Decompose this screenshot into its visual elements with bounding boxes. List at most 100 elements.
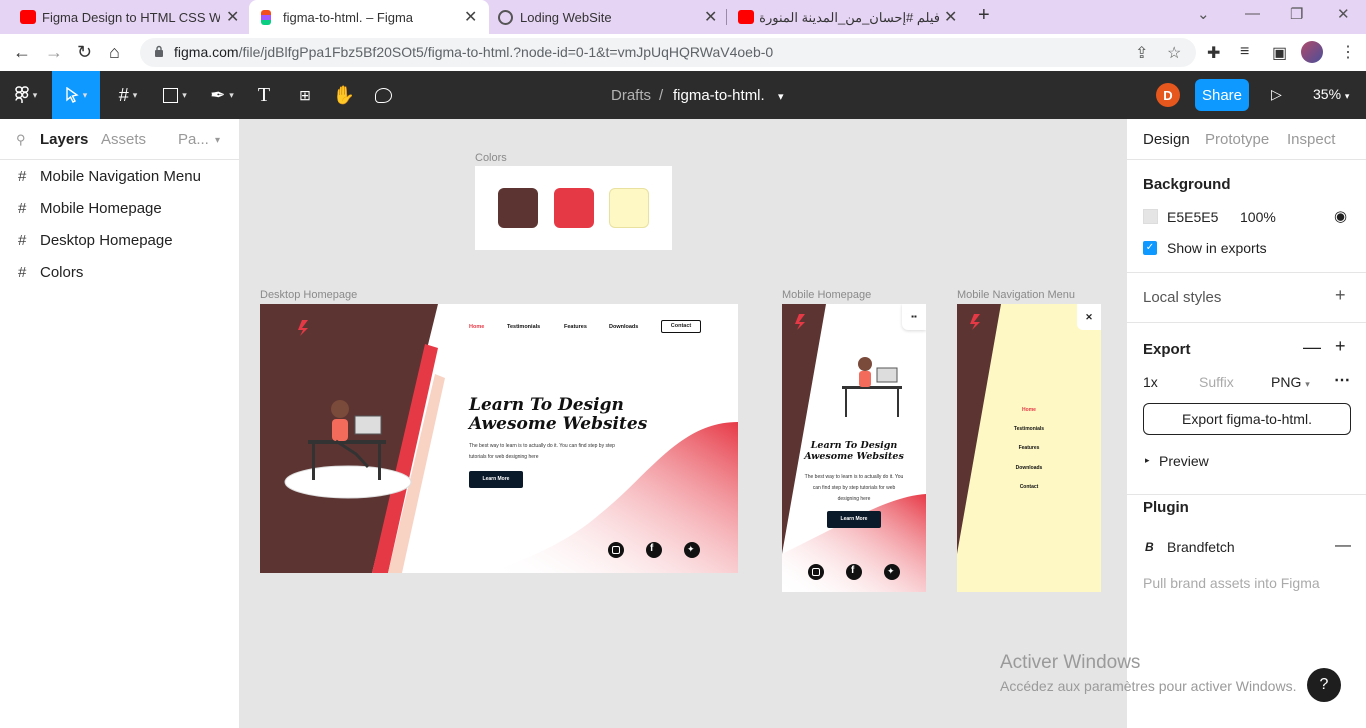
background-opacity-input[interactable]: 100% [1240, 209, 1276, 225]
browser-tab-loading[interactable]: Loding WebSite ✕ [478, 0, 725, 34]
add-export-icon[interactable]: + [1335, 336, 1346, 357]
color-swatch-cream[interactable] [609, 188, 649, 228]
restore-icon[interactable]: ❐ [1290, 5, 1303, 23]
help-button[interactable]: ? [1307, 668, 1341, 702]
more-options-icon[interactable]: ⋯ [1334, 370, 1350, 390]
mobile-nav-home[interactable]: Home [957, 407, 1101, 413]
mobile-nav-features[interactable]: Features [957, 445, 1101, 451]
side-panel-icon[interactable]: ▣ [1272, 43, 1287, 63]
tab-inspect[interactable]: Inspect [1287, 131, 1335, 148]
new-tab-icon[interactable]: + [978, 4, 990, 27]
main-menu-button[interactable]: ▾ [0, 71, 52, 119]
close-icon[interactable]: ✕ [464, 7, 477, 27]
twitter-icon[interactable]: ✦ [887, 566, 895, 577]
zoom-dropdown[interactable]: 35% ▾ [1313, 86, 1349, 102]
pen-tool-button[interactable]: ✒ ▾ [200, 71, 244, 119]
shape-tool-button[interactable]: ▾ [155, 71, 195, 119]
layer-mobile-navigation-menu[interactable]: # Mobile Navigation Menu [18, 168, 201, 185]
tab-assets[interactable]: Assets [101, 131, 146, 148]
chevron-right-icon[interactable]: ▸ [1145, 455, 1150, 466]
collapse-plugin-icon[interactable]: — [1335, 537, 1351, 555]
share-page-icon[interactable]: ⇪ [1135, 43, 1148, 63]
browser-tab-youtube-2[interactable]: فيلم #إحسان_من_المدينة المنورة مع ✕ [718, 0, 965, 34]
share-button[interactable]: Share [1195, 79, 1249, 111]
frame-tool-button[interactable]: # ▾ [108, 71, 148, 119]
instagram-icon[interactable] [612, 546, 620, 554]
chevron-down-icon[interactable]: ▾ [215, 135, 220, 146]
twitter-icon[interactable]: ✦ [687, 544, 695, 555]
eye-icon[interactable]: ◉ [1334, 207, 1347, 225]
canvas[interactable]: Colors Desktop Homepage Home Testimonial… [240, 119, 1126, 728]
learn-more-button[interactable]: Learn More [469, 471, 523, 488]
mobile-nav-downloads[interactable]: Downloads [957, 465, 1101, 471]
browser-tab-figma[interactable]: figma-to-html. – Figma ✕ [249, 0, 489, 34]
add-style-icon[interactable]: + [1335, 285, 1346, 306]
learn-more-button[interactable]: Learn More [827, 511, 881, 528]
close-icon[interactable]: ✕ [226, 7, 239, 27]
mobile-navigation-frame[interactable]: ✕ Home Testimonials Features Downloads C… [957, 304, 1101, 592]
export-button[interactable]: Export figma-to-html. [1143, 403, 1351, 435]
desktop-homepage-frame[interactable]: Home Testimonials Features Downloads Con… [260, 304, 738, 573]
breadcrumb-drafts[interactable]: Drafts [611, 87, 651, 104]
plugin-name[interactable]: Brandfetch [1167, 539, 1235, 555]
present-play-icon[interactable]: ▷ [1271, 86, 1282, 103]
layer-mobile-homepage[interactable]: # Mobile Homepage [18, 200, 162, 217]
search-icon[interactable]: ⚲ [16, 132, 26, 148]
window-close-icon[interactable]: ✕ [1337, 5, 1350, 23]
tab-search-icon[interactable]: ⌄ [1197, 5, 1210, 23]
nav-contact-button[interactable]: Contact [661, 320, 701, 333]
frame-label-colors[interactable]: Colors [475, 152, 507, 164]
comment-tool-button[interactable] [369, 71, 397, 119]
home-icon[interactable]: ⌂ [109, 42, 120, 63]
instagram-icon[interactable] [812, 568, 820, 576]
remove-export-icon[interactable]: — [1303, 337, 1321, 358]
layer-desktop-homepage[interactable]: # Desktop Homepage [18, 232, 173, 249]
extensions-icon[interactable]: ✚ [1207, 43, 1220, 63]
nav-home[interactable]: Home [469, 324, 484, 330]
mobile-homepage-frame[interactable]: ▪▪ Learn To Design Awesome Websites The … [782, 304, 926, 592]
facebook-icon[interactable]: f [851, 565, 854, 576]
chevron-down-icon[interactable]: ▾ [778, 90, 784, 103]
export-scale-select[interactable]: 1x [1143, 374, 1158, 390]
mobile-nav-testimonials[interactable]: Testimonials [957, 426, 1101, 432]
bookmark-star-icon[interactable]: ☆ [1167, 43, 1181, 63]
background-hex-input[interactable]: E5E5E5 [1167, 209, 1218, 225]
hamburger-menu-icon[interactable]: ▪▪ [902, 304, 926, 330]
tab-pages[interactable]: Pa... [178, 131, 209, 148]
tab-layers[interactable]: Layers [40, 131, 88, 148]
checkbox-checked-icon[interactable]: ✓ [1143, 241, 1157, 255]
close-icon[interactable]: ✕ [704, 7, 717, 27]
mobile-nav-contact[interactable]: Contact [957, 484, 1101, 490]
user-avatar[interactable]: D [1156, 83, 1180, 107]
profile-avatar[interactable] [1301, 41, 1323, 63]
layer-colors[interactable]: # Colors [18, 264, 83, 281]
facebook-icon[interactable]: f [650, 543, 653, 554]
background-color-swatch[interactable] [1143, 209, 1158, 224]
tab-design[interactable]: Design [1143, 131, 1190, 148]
tab-prototype[interactable]: Prototype [1205, 131, 1269, 148]
resources-button[interactable]: ⊞ [291, 71, 319, 119]
back-icon[interactable]: ← [13, 42, 31, 63]
preview-toggle[interactable]: Preview [1159, 453, 1209, 469]
frame-label-desktop[interactable]: Desktop Homepage [260, 289, 357, 301]
frame-label-mobile-nav[interactable]: Mobile Navigation Menu [957, 289, 1075, 301]
move-tool-button[interactable]: ▾ [52, 71, 100, 119]
export-format-select[interactable]: PNG ▾ [1271, 374, 1310, 390]
browser-tab-youtube[interactable]: Figma Design to HTML CSS Web ✕ [0, 0, 247, 34]
colors-frame[interactable] [475, 166, 672, 250]
text-tool-button[interactable]: T [250, 71, 278, 119]
export-suffix-input[interactable]: Suffix [1199, 374, 1234, 390]
file-name[interactable]: figma-to-html. [673, 87, 765, 104]
address-bar[interactable]: figma.com/file/jdBlfgPpa1Fbz5Bf20SOt5/fi… [140, 38, 1196, 67]
browser-menu-icon[interactable]: ⋮ [1340, 42, 1356, 62]
close-menu-icon[interactable]: ✕ [1077, 304, 1101, 330]
nav-features[interactable]: Features [564, 324, 587, 330]
color-swatch-brown[interactable] [498, 188, 538, 228]
media-control-icon[interactable]: ≡ [1240, 43, 1249, 61]
forward-icon[interactable]: → [45, 42, 63, 63]
reload-icon[interactable]: ↻ [77, 42, 92, 63]
frame-label-mobile[interactable]: Mobile Homepage [782, 289, 871, 301]
color-swatch-red[interactable] [554, 188, 594, 228]
close-icon[interactable]: ✕ [944, 7, 957, 27]
hand-tool-button[interactable]: ✋ [330, 71, 358, 119]
